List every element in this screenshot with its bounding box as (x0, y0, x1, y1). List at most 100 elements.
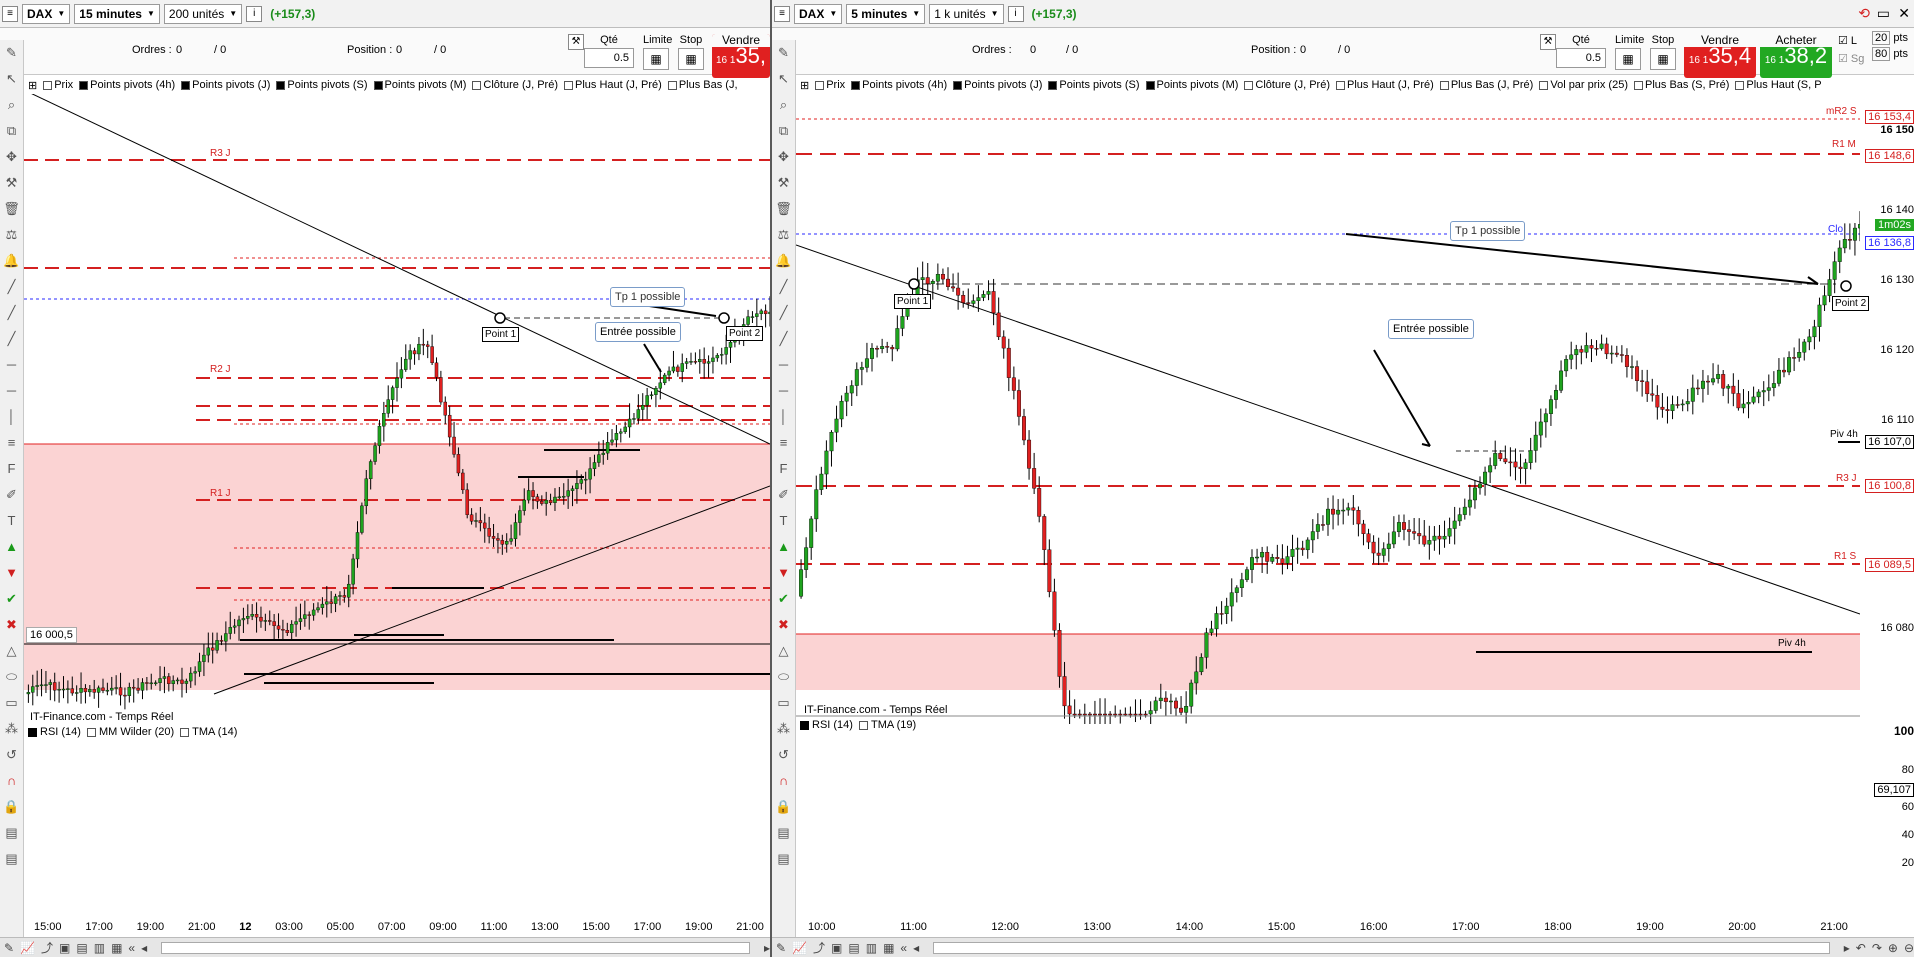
legend-item-prix[interactable]: Prix (815, 79, 845, 91)
check-icon[interactable]: ✔ (772, 586, 795, 612)
legend-add-icon[interactable]: ⊞ (28, 79, 37, 92)
pencil-icon[interactable]: ✎ (772, 40, 795, 66)
legend-checkbox[interactable] (1539, 80, 1549, 90)
wrench-icon[interactable]: ⚒ (1540, 34, 1556, 50)
legend-item-pivot-4h[interactable]: Points pivots (4h) (851, 79, 947, 91)
cursor-icon[interactable]: ↖ (0, 66, 23, 92)
line-icon[interactable]: ╱ (0, 274, 23, 300)
legend-item-pivot-j[interactable]: Points pivots (J) (181, 79, 270, 91)
rsi-legend-tma[interactable]: TMA (19) (858, 719, 916, 731)
tool-icon[interactable]: ⚒ (772, 170, 795, 196)
triangle-icon[interactable]: △ (0, 638, 23, 664)
buy-button[interactable]: Acheter 16 138,2 (1760, 33, 1832, 78)
print-icon[interactable]: ▤ (76, 941, 87, 955)
arrow-up-icon[interactable]: ▲ (0, 534, 23, 560)
legend-item-prix[interactable]: Prix (43, 79, 73, 91)
chart-type-icon[interactable]: 📈 (792, 941, 807, 955)
rect-icon[interactable]: ▭ (772, 690, 795, 716)
timeframe-select[interactable]: 15 minutes ▼ (74, 3, 160, 24)
line-red-icon[interactable]: ╱ (772, 326, 795, 352)
price-chart-left[interactable] (24, 94, 770, 724)
limit-button[interactable]: ▦ (643, 48, 669, 70)
arrow-down-icon[interactable]: ▼ (772, 560, 795, 586)
legend-checkbox[interactable] (815, 80, 825, 90)
legend-checkbox[interactable] (1336, 80, 1345, 90)
legend-item-plus-bas-s[interactable]: Plus Bas (S, Pré) (1634, 79, 1729, 91)
cross-icon[interactable]: ✖ (772, 612, 795, 638)
limit-button[interactable]: ▦ (1615, 48, 1641, 70)
legend-checkbox[interactable] (1244, 80, 1254, 90)
legend-checkbox[interactable] (181, 80, 191, 90)
move-icon[interactable]: ✥ (0, 144, 23, 170)
chart-small2-icon[interactable]: ▤ (772, 846, 795, 872)
legend-item-plus-haut-s[interactable]: Plus Haut (S, P (1735, 79, 1822, 91)
legend-checkbox[interactable] (858, 720, 868, 730)
legend-item-plus-bas[interactable]: Plus Bas (J, (667, 79, 738, 91)
quantity-input[interactable] (584, 48, 634, 68)
trash-icon[interactable]: 🗑 (772, 196, 795, 222)
legend-item-pivot-s[interactable]: Points pivots (S) (276, 79, 368, 91)
legend-checkbox[interactable] (472, 80, 482, 90)
hline2-icon[interactable]: ─ (0, 378, 23, 404)
lock-icon[interactable]: 🔒 (0, 794, 23, 820)
legend-item-plus-bas[interactable]: Plus Bas (J, Pré) (1439, 79, 1533, 91)
legend-checkbox[interactable] (373, 80, 383, 90)
wrench-icon[interactable]: ⚒ (568, 34, 584, 50)
horizontal-scrollbar[interactable] (933, 941, 1830, 954)
legend-checkbox[interactable] (1145, 80, 1155, 90)
legend-item-pivot-m[interactable]: Points pivots (M) (1145, 79, 1238, 91)
legend-item-plus-haut[interactable]: Plus Haut (J, Pré) (1336, 79, 1434, 91)
tp-annotation[interactable]: Tp 1 possible (610, 287, 686, 307)
print-icon[interactable]: ▤ (848, 941, 859, 955)
zoom-in-icon[interactable]: ⊕ (1888, 941, 1898, 955)
magnet-icon[interactable]: ∩ (772, 768, 795, 794)
legend-checkbox[interactable] (1634, 80, 1643, 90)
legend-item-cloture[interactable]: Clôture (J, Pré) (1244, 79, 1330, 91)
info-icon[interactable]: i (246, 5, 263, 22)
chart-small2-icon[interactable]: ▤ (0, 846, 23, 872)
legend-item-cloture[interactable]: Clôture (J, Pré) (472, 79, 558, 91)
move-icon[interactable]: ✥ (772, 144, 795, 170)
hline2-icon[interactable]: ─ (772, 378, 795, 404)
triangle-icon[interactable]: △ (772, 638, 795, 664)
scroll-left-icon[interactable]: ◂ (913, 941, 919, 955)
rect-icon[interactable]: ▭ (0, 690, 23, 716)
lock-icon[interactable]: 🔒 (772, 794, 795, 820)
entree-annotation[interactable]: Entrée possible (1388, 319, 1474, 339)
legend-item-pivot-4h[interactable]: Points pivots (4h) (79, 79, 175, 91)
scale-icon[interactable]: ⚖ (0, 222, 23, 248)
text-icon[interactable]: T (772, 508, 795, 534)
arrow-up-icon[interactable]: ▲ (772, 534, 795, 560)
trash-icon[interactable]: 🗑 (0, 196, 23, 222)
export-icon[interactable]: ▥ (94, 941, 105, 955)
legend-checkbox[interactable] (86, 727, 96, 737)
legend-item-vol-prix[interactable]: Vol par prix (25) (1539, 79, 1628, 91)
sg-option[interactable]: ☑ Sg (1838, 52, 1864, 65)
chart-small-icon[interactable]: ▤ (0, 820, 23, 846)
pts2-input[interactable]: 80 (1872, 47, 1891, 61)
vline-icon[interactable]: │ (772, 404, 795, 430)
stop-button[interactable]: ▦ (1650, 48, 1676, 70)
close-icon[interactable]: ✕ (1898, 5, 1910, 22)
loop-icon[interactable]: ↺ (0, 742, 23, 768)
legend-checkbox[interactable] (276, 80, 286, 90)
pts1-input[interactable]: 20 (1872, 31, 1891, 45)
entree-annotation[interactable]: Entrée possible (595, 322, 681, 342)
channel-icon[interactable]: ≡ (0, 430, 23, 456)
legend-checkbox[interactable] (43, 80, 53, 90)
point2-tag[interactable]: Point 2 (726, 326, 764, 341)
legend-item-plus-haut[interactable]: Plus Haut (J, Pré) (564, 79, 662, 91)
loop-icon[interactable]: ↺ (772, 742, 795, 768)
legend-checkbox[interactable] (1735, 80, 1745, 90)
menu-icon[interactable]: ≡ (2, 5, 18, 22)
rewind-icon[interactable]: « (128, 941, 135, 955)
legend-item-pivot-j[interactable]: Points pivots (J) (953, 79, 1042, 91)
line-icon[interactable]: ╱ (772, 274, 795, 300)
instrument-select[interactable]: DAX ▼ (794, 3, 843, 24)
tool-icon[interactable]: ⚒ (0, 170, 23, 196)
ellipse-icon[interactable]: ⬭ (772, 664, 795, 690)
sell-button[interactable]: Vendre 16 135,4 (1684, 33, 1756, 78)
pen-icon[interactable]: ✐ (772, 482, 795, 508)
grid-icon[interactable]: ▦ (883, 941, 894, 955)
legend-add-icon[interactable]: ⊞ (800, 79, 809, 92)
